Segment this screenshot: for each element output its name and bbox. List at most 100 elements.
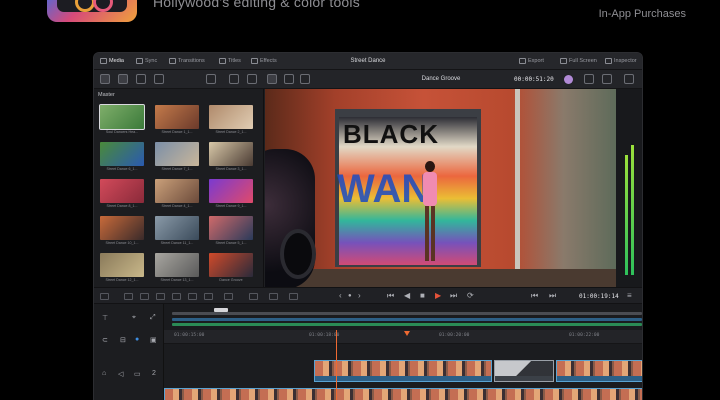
- fullscreen-button[interactable]: Full Screen: [560, 58, 597, 64]
- next-edit-icon[interactable]: ⏭: [549, 292, 556, 300]
- insert-icon[interactable]: [124, 293, 133, 300]
- clip-caption: Street Dance 5_1...: [215, 241, 247, 245]
- playhead: [336, 330, 337, 400]
- timeline-overview[interactable]: [164, 304, 642, 330]
- jog-left-icon[interactable]: ‹: [339, 292, 342, 300]
- clip-caption: Street Dance 1_1...: [161, 130, 193, 134]
- link-clips-icon[interactable]: ⊂: [102, 336, 108, 344]
- media-clip-thumbnail[interactable]: Street Dance 8_1...: [100, 179, 144, 209]
- overview-viewport[interactable]: [214, 308, 228, 312]
- app-store-screenshot: Hollywood's editing & color tools In-App…: [0, 0, 720, 400]
- edit-tool-icon[interactable]: [100, 293, 109, 300]
- ripple-icon[interactable]: [224, 293, 233, 300]
- export-button[interactable]: Export: [519, 58, 544, 64]
- clip-thumbnail-image: [209, 253, 253, 277]
- media-clip-thumbnail[interactable]: Street Dance 5_1...: [209, 216, 253, 246]
- place-on-top-icon[interactable]: [204, 293, 213, 300]
- loop-icon[interactable]: ⟳: [467, 292, 474, 300]
- media-clip-thumbnail[interactable]: Street Dance 3_1...: [209, 142, 253, 172]
- timeline-tools: ⊤ ⌖ ⤢ ⊂ ⊟ ● ▣ ⌂ ◁ ▭ 2: [94, 304, 164, 400]
- timeline-clip[interactable]: [556, 360, 642, 382]
- media-clip-thumbnail[interactable]: Street Dance 11_1...: [155, 216, 199, 246]
- stop-icon[interactable]: ■: [420, 292, 425, 300]
- clip-caption: Street Dance 12_1...: [105, 278, 139, 282]
- go-to-end-icon[interactable]: ⏭: [450, 292, 457, 300]
- overwrite-icon[interactable]: [140, 293, 149, 300]
- safe-area-icon[interactable]: [269, 293, 278, 300]
- meter-left: [625, 155, 628, 275]
- clip-thumbnail-image: [209, 216, 253, 240]
- audio-meter: [616, 89, 642, 287]
- filter-icon[interactable]: [247, 74, 257, 84]
- menu-icon[interactable]: ≡: [627, 292, 632, 300]
- timeline-clip[interactable]: [314, 360, 492, 382]
- media-clip-thumbnail[interactable]: Street Dance 6_1...: [100, 142, 144, 172]
- clip-caption: Street Dance 4_1...: [161, 204, 193, 208]
- flag-icon[interactable]: ●: [135, 336, 139, 343]
- media-clip-thumbnail[interactable]: Street Dance 9_1...: [209, 179, 253, 209]
- fit-icon[interactable]: [188, 293, 197, 300]
- mural-lettering-2: WAN: [337, 167, 431, 211]
- grid-view-icon[interactable]: [206, 74, 216, 84]
- tag-icon[interactable]: [118, 74, 128, 84]
- track-lock-icon[interactable]: ⌂: [102, 370, 106, 377]
- jog-right-icon[interactable]: ›: [358, 292, 361, 300]
- timeline-name[interactable]: Dance Groove: [386, 76, 496, 82]
- clip-caption: Dance Groove: [219, 278, 243, 282]
- color-icon[interactable]: [564, 75, 573, 84]
- media-clip-thumbnail[interactable]: Street Dance 2_1...: [209, 105, 253, 135]
- replace-icon[interactable]: [172, 293, 181, 300]
- jog-dot-icon[interactable]: ●: [348, 292, 352, 300]
- playhead-handle[interactable]: [404, 331, 410, 336]
- link-icon[interactable]: [136, 74, 146, 84]
- timeline-tracks[interactable]: [164, 344, 642, 400]
- prev-edit-icon[interactable]: ⏮: [531, 292, 538, 300]
- clip-thumbnail-image: [209, 105, 253, 129]
- volume-icon[interactable]: [624, 74, 634, 84]
- track-audio-icon[interactable]: ◁: [118, 370, 123, 378]
- trim-tool-icon[interactable]: ⊤: [102, 314, 108, 322]
- source-mode-icon[interactable]: [284, 74, 294, 84]
- inspector-icon: [605, 58, 612, 64]
- ruler-label: 01:00:15:00: [174, 333, 205, 338]
- snapping-icon[interactable]: ⊟: [120, 336, 126, 344]
- clip-thumbnail-image: [99, 104, 145, 130]
- drain-pipe: [515, 89, 520, 287]
- marker-icon[interactable]: ▣: [150, 336, 157, 344]
- blade-tool-icon[interactable]: ⌖: [132, 314, 136, 322]
- zoom-icon[interactable]: [584, 74, 594, 84]
- media-clip-thumbnail[interactable]: Street Dance 10_1...: [100, 216, 144, 246]
- media-clip-thumbnail[interactable]: Street Dance 12_1...: [100, 253, 144, 283]
- panel-toggle-icon[interactable]: [100, 74, 110, 84]
- fullscreen-icon: [560, 58, 567, 64]
- media-clip-thumbnail[interactable]: Street Dance 1_1...: [155, 105, 199, 135]
- play-icon[interactable]: ▶: [435, 292, 441, 300]
- reverse-play-icon[interactable]: ◀: [404, 292, 410, 300]
- media-clip-thumbnail[interactable]: Street Dance 13_1...: [155, 253, 199, 283]
- resolve-window: Media Sync Transitions Titles Effects St…: [93, 52, 643, 400]
- transition-clip[interactable]: [494, 360, 554, 382]
- overlay-icon[interactable]: [289, 293, 298, 300]
- timeline-clip[interactable]: [164, 388, 642, 400]
- clip-caption: Street Dance 2_1...: [215, 130, 247, 134]
- select-tool-icon[interactable]: ⤢: [150, 314, 156, 322]
- audio-icon[interactable]: [602, 74, 612, 84]
- clip-caption: Street Dance 11_1...: [160, 241, 194, 245]
- inspector-button[interactable]: Inspector: [605, 58, 637, 64]
- clip-thumbnail-image: [209, 142, 253, 166]
- timeline-ruler[interactable]: 01:00:15:00 01:00:18:00 01:00:20:00 01:0…: [164, 330, 642, 344]
- timeline-mode-icon[interactable]: [300, 74, 310, 84]
- snap-icon[interactable]: [249, 293, 258, 300]
- append-icon[interactable]: [156, 293, 165, 300]
- media-clip-thumbnail[interactable]: Street Dance 7_1...: [155, 142, 199, 172]
- viewer-mode-icon[interactable]: [267, 74, 277, 84]
- video-viewer[interactable]: BLACK WAN: [265, 89, 616, 287]
- sort-icon[interactable]: [154, 74, 164, 84]
- media-clip-thumbnail[interactable]: Street Dance 4_1...: [155, 179, 199, 209]
- clip-caption: Soul Dancers Hea...: [105, 130, 139, 134]
- media-clip-thumbnail[interactable]: Soul Dancers Hea...: [99, 104, 145, 135]
- track-video-icon[interactable]: ▭: [134, 370, 141, 378]
- go-to-start-icon[interactable]: ⏮: [387, 292, 394, 300]
- search-icon[interactable]: [229, 74, 239, 84]
- media-clip-thumbnail[interactable]: Dance Groove: [209, 253, 253, 283]
